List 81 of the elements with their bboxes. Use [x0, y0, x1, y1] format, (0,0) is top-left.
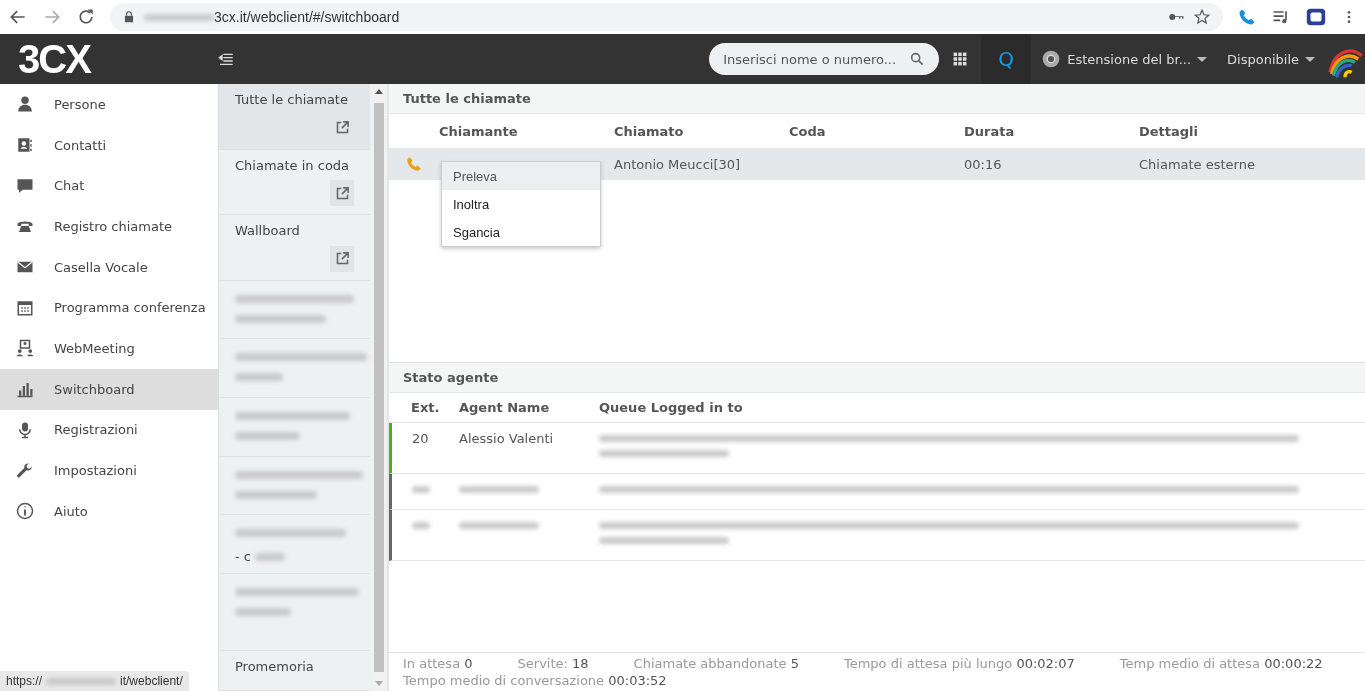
column-header: Queue Logged in to: [599, 393, 1365, 423]
column-header: Coda: [789, 122, 827, 141]
menu-item[interactable]: Inoltra: [442, 190, 600, 218]
table-cell: Alessio Valenti: [459, 431, 554, 446]
address-bar[interactable]: 3cx.it/webclient/#/switchboard: [110, 3, 1223, 31]
sidebar-item[interactable]: Casella Vocale: [0, 246, 218, 288]
search-icon: [909, 51, 926, 67]
sidebar-item[interactable]: Chat: [0, 165, 218, 207]
column-header: Chiamante: [439, 122, 519, 141]
reload-icon[interactable]: [76, 7, 96, 27]
scrollbar[interactable]: [370, 84, 387, 691]
view-item[interactable]: Chiamate in coda: [219, 149, 370, 216]
popout-button[interactable]: [330, 180, 354, 207]
table-cell: Chiamate esterne: [1139, 156, 1255, 172]
table-cell: 00:16: [964, 156, 1002, 172]
section-title: Tutte le chiamate: [389, 84, 1365, 114]
blurred-text: [144, 13, 214, 21]
blurred-text: [235, 607, 291, 616]
status-tooltip: https:// it/webclient/: [0, 671, 189, 691]
view-item[interactable]: Wallboard: [219, 215, 370, 281]
table-cell: Antonio Meucci[30]: [614, 156, 741, 172]
column-header: Dettagli: [1139, 122, 1200, 141]
stat-text: In attesa 0: [403, 656, 473, 671]
stat-text: Temp medio di attesa 00:00:22: [1119, 656, 1323, 671]
section-title: Stato agente: [389, 363, 1365, 393]
sidebar-item[interactable]: Programma conferenza: [0, 287, 218, 329]
grid-icon[interactable]: [953, 52, 968, 66]
phone-icon: [405, 155, 423, 173]
bar-chart-icon: [16, 380, 34, 399]
stat-text: Chiamate abbandonate 5: [633, 656, 799, 671]
status-dropdown[interactable]: Disponibile: [1217, 51, 1325, 67]
column-header: Chiamato: [614, 122, 685, 141]
logo: 3CX: [17, 36, 92, 82]
people-screen-icon: [16, 339, 34, 358]
url-text: 3cx.it/webclient/#/switchboard: [214, 9, 400, 25]
sidebar-item[interactable]: Registrazioni: [0, 409, 218, 451]
caret-icon: [1305, 56, 1315, 62]
menu-item[interactable]: Preleva: [442, 162, 600, 190]
wrench-icon: [16, 461, 34, 480]
stat-text: Tempo medio di conversazione 00:03:52: [403, 673, 667, 688]
sidebar-item[interactable]: WebMeeting: [0, 328, 218, 369]
sidebar-item[interactable]: Aiuto: [0, 490, 218, 532]
stat-text: Tempo di attesa più lungo 00:02:07: [843, 656, 1075, 671]
stat-text: Servite: 18: [517, 656, 589, 671]
sidebar-item[interactable]: Registro chiamate: [0, 206, 218, 247]
calendar-icon: [16, 298, 34, 317]
item-text: - c: [235, 549, 251, 565]
caret-icon: [1197, 56, 1208, 62]
lock-icon: [122, 10, 136, 24]
blurred-text: [235, 431, 300, 440]
popout-button[interactable]: [330, 245, 354, 272]
microphone-icon: [16, 420, 34, 439]
sidebar-item[interactable]: Persone: [0, 84, 218, 125]
extension-icon[interactable]: [1305, 6, 1327, 28]
blurred-text: [412, 486, 430, 493]
sidebar-item[interactable]: Switchboard: [0, 368, 218, 410]
sidebar-item[interactable]: Contatti: [0, 124, 218, 166]
column-header: Ext.: [389, 393, 459, 423]
info-icon: [16, 502, 34, 521]
blurred-text: [255, 552, 285, 561]
external-link-icon: [334, 185, 350, 201]
column-header: Agent Name: [459, 393, 599, 423]
column-header: Durata: [964, 122, 1016, 141]
view-item[interactable]: Tutte le chiamate: [219, 84, 370, 150]
chat-icon: [16, 176, 34, 195]
address-book-icon: [16, 136, 34, 155]
blurred-text: [412, 522, 430, 529]
blurred-text: [235, 373, 283, 382]
star-icon[interactable]: [1193, 8, 1211, 26]
table-cell: 20: [412, 431, 429, 446]
external-link-icon: [334, 120, 350, 136]
phone-icon[interactable]: [1237, 7, 1257, 27]
extension-dropdown[interactable]: Estensione del br...: [1031, 49, 1218, 69]
menu-icon[interactable]: [218, 51, 234, 67]
sidebar-item[interactable]: Impostazioni: [0, 450, 218, 491]
menu-item[interactable]: Sgancia: [442, 218, 600, 246]
q-button[interactable]: Q: [981, 34, 1032, 84]
search-field[interactable]: Inserisci nome o numero...: [709, 43, 940, 75]
browser-icon: [1041, 49, 1062, 69]
external-link-icon: [334, 251, 350, 267]
person-icon: [16, 95, 34, 114]
